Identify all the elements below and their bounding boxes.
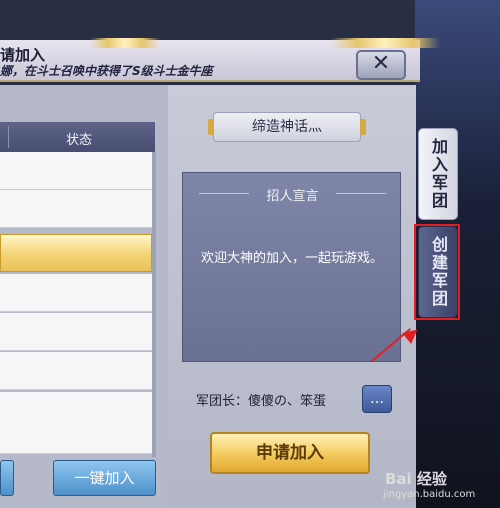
annotation-highlight-box <box>414 224 460 320</box>
column-status-label: 状态 <box>66 133 93 148</box>
chat-icon[interactable]: … <box>362 385 392 413</box>
list-scrollbar[interactable] <box>152 152 156 457</box>
left-action-button[interactable] <box>0 460 14 496</box>
header-ornament-left <box>90 38 160 48</box>
recruitment-manifesto-box: 招人宣言 欢迎大神的加入，一起玩游戏。 <box>182 172 401 362</box>
header-ornament-right <box>330 38 440 48</box>
one-click-join-button[interactable]: 一键加入 <box>53 460 156 496</box>
list-row[interactable] <box>0 352 152 390</box>
manifesto-title: 招人宣言 <box>266 189 319 204</box>
list-row-selected[interactable] <box>0 234 152 272</box>
legion-name: 缔造神话灬 <box>208 112 366 142</box>
list-row[interactable] <box>0 274 152 312</box>
watermark-url: jingyan.baidu.com <box>383 489 476 500</box>
watermark-brand: Bai 经验 <box>385 470 447 488</box>
list-row[interactable] <box>0 152 152 190</box>
column-separator <box>8 126 9 148</box>
list-row[interactable] <box>0 190 152 228</box>
close-button[interactable]: ✕ <box>356 50 406 80</box>
apply-join-button[interactable]: 申请加入 <box>210 432 370 474</box>
list-row[interactable] <box>0 392 152 454</box>
manifesto-text: 欢迎大神的加入，一起玩游戏。 <box>201 251 384 266</box>
list-row[interactable] <box>0 313 152 351</box>
legion-leader-text: 军团长：傻傻の、笨蛋 <box>196 394 327 409</box>
announcement-ticker: 娜，在斗士召唤中获得了S级斗士金牛座 <box>0 64 213 78</box>
tab-join-legion[interactable]: 加入军团 <box>418 128 458 220</box>
list-column-header: 状态 <box>0 122 155 152</box>
dialog-title: 请加入 <box>0 46 46 64</box>
